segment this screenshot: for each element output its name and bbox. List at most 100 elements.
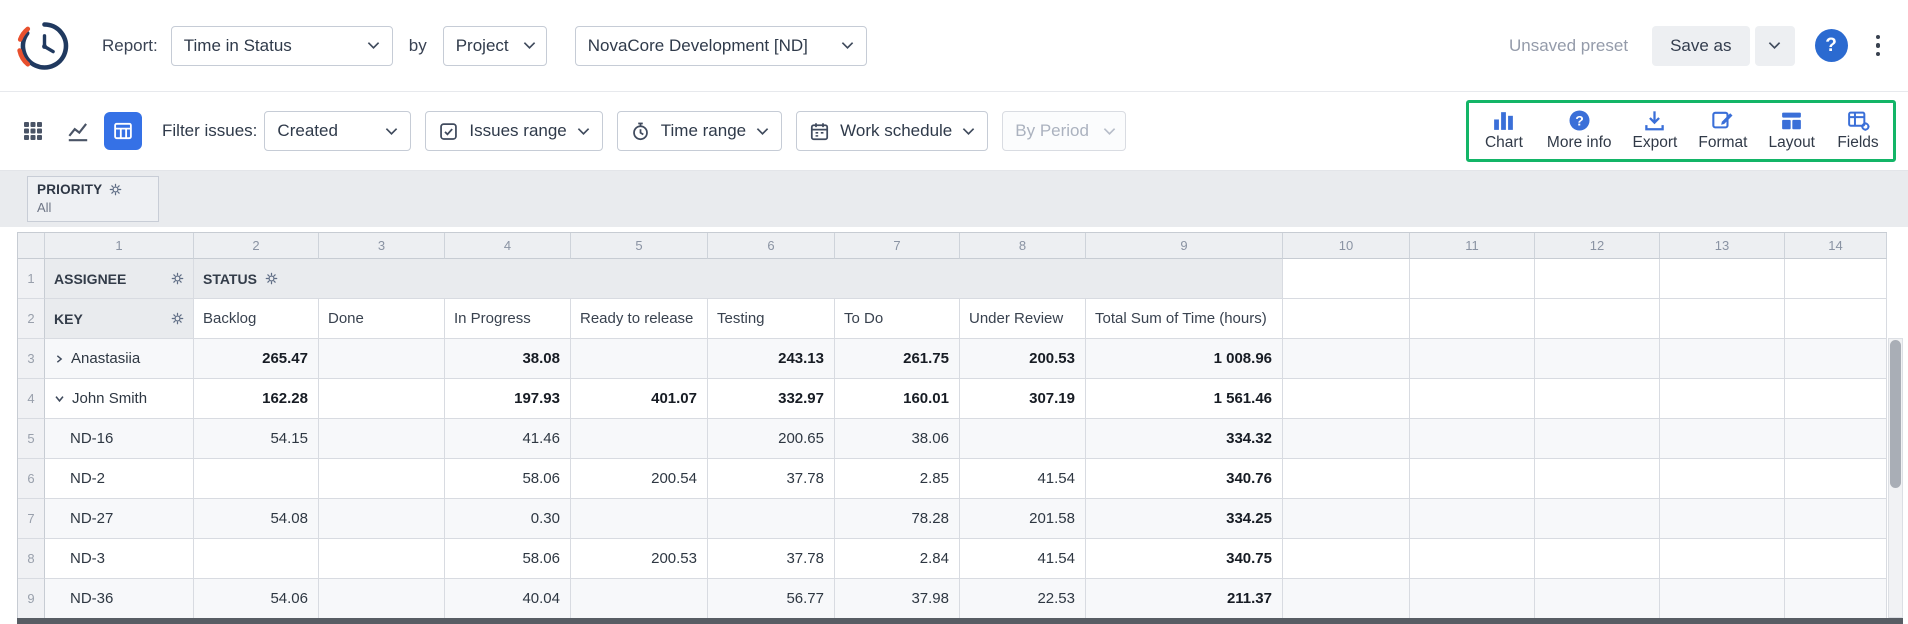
status-column-header-to-do[interactable]: To Do bbox=[835, 299, 960, 339]
status-column-header-total-sum-of-time-hours-[interactable]: Total Sum of Time (hours) bbox=[1086, 299, 1283, 339]
value-cell[interactable] bbox=[194, 539, 319, 579]
issue-key-nd-27[interactable]: ND-27 bbox=[45, 499, 194, 539]
value-cell[interactable]: 78.28 bbox=[835, 499, 960, 539]
value-cell[interactable]: 37.78 bbox=[708, 459, 835, 499]
value-cell[interactable]: 162.28 bbox=[194, 379, 319, 419]
row-number-6[interactable]: 6 bbox=[18, 459, 45, 499]
save-as-button[interactable]: Save as bbox=[1652, 26, 1749, 66]
value-cell[interactable]: 332.97 bbox=[708, 379, 835, 419]
value-cell[interactable]: 334.25 bbox=[1086, 499, 1283, 539]
status-column-header-in-progress[interactable]: In Progress bbox=[445, 299, 571, 339]
value-cell[interactable]: 2.84 bbox=[835, 539, 960, 579]
value-cell[interactable]: 38.08 bbox=[445, 339, 571, 379]
value-cell[interactable]: 261.75 bbox=[835, 339, 960, 379]
value-cell[interactable]: 340.76 bbox=[1086, 459, 1283, 499]
value-cell[interactable]: 197.93 bbox=[445, 379, 571, 419]
value-cell[interactable]: 41.46 bbox=[445, 419, 571, 459]
column-header-8[interactable]: 8 bbox=[960, 233, 1086, 259]
value-cell[interactable]: 200.53 bbox=[960, 339, 1086, 379]
value-cell[interactable]: 401.07 bbox=[571, 379, 708, 419]
chart-view-button[interactable] bbox=[59, 112, 97, 150]
row-number-2[interactable]: 2 bbox=[18, 299, 45, 339]
row-number-8[interactable]: 8 bbox=[18, 539, 45, 579]
value-cell[interactable] bbox=[571, 579, 708, 619]
value-cell[interactable]: 200.54 bbox=[571, 459, 708, 499]
value-cell[interactable] bbox=[571, 339, 708, 379]
column-header-6[interactable]: 6 bbox=[708, 233, 835, 259]
value-cell[interactable] bbox=[319, 379, 445, 419]
more-info-action-button[interactable]: ? More info bbox=[1547, 108, 1612, 152]
value-cell[interactable]: 211.37 bbox=[1086, 579, 1283, 619]
value-cell[interactable] bbox=[319, 499, 445, 539]
project-select[interactable]: NovaCore Development [ND] bbox=[575, 26, 867, 66]
expand-chevron-icon[interactable] bbox=[54, 354, 64, 364]
column-header-12[interactable]: 12 bbox=[1535, 233, 1660, 259]
status-field-header[interactable]: STATUS bbox=[194, 259, 1283, 299]
issue-key-nd-36[interactable]: ND-36 bbox=[45, 579, 194, 619]
gear-icon[interactable] bbox=[265, 272, 278, 285]
value-cell[interactable]: 243.13 bbox=[708, 339, 835, 379]
column-header-7[interactable]: 7 bbox=[835, 233, 960, 259]
column-header-4[interactable]: 4 bbox=[445, 233, 571, 259]
key-field-header[interactable]: KEY bbox=[45, 299, 194, 339]
issue-key-nd-16[interactable]: ND-16 bbox=[45, 419, 194, 459]
issue-key-nd-2[interactable]: ND-2 bbox=[45, 459, 194, 499]
value-cell[interactable] bbox=[319, 579, 445, 619]
issue-key-nd-3[interactable]: ND-3 bbox=[45, 539, 194, 579]
value-cell[interactable]: 200.65 bbox=[708, 419, 835, 459]
value-cell[interactable]: 334.32 bbox=[1086, 419, 1283, 459]
row-number-3[interactable]: 3 bbox=[18, 339, 45, 379]
value-cell[interactable]: 54.08 bbox=[194, 499, 319, 539]
scope-select[interactable]: Project bbox=[443, 26, 547, 66]
row-number-4[interactable]: 4 bbox=[18, 379, 45, 419]
value-cell[interactable]: 37.98 bbox=[835, 579, 960, 619]
value-cell[interactable]: 37.78 bbox=[708, 539, 835, 579]
value-cell[interactable]: 160.01 bbox=[835, 379, 960, 419]
value-cell[interactable] bbox=[319, 419, 445, 459]
assignee-field-header[interactable]: ASSIGNEE bbox=[45, 259, 194, 299]
priority-field-chip[interactable]: PRIORITY All bbox=[27, 176, 159, 222]
value-cell[interactable]: 54.15 bbox=[194, 419, 319, 459]
column-header-5[interactable]: 5 bbox=[571, 233, 708, 259]
time-range-button[interactable]: Time range bbox=[617, 111, 782, 151]
pivot-view-button[interactable] bbox=[14, 112, 52, 150]
value-cell[interactable] bbox=[571, 419, 708, 459]
value-cell[interactable]: 265.47 bbox=[194, 339, 319, 379]
value-cell[interactable] bbox=[960, 419, 1086, 459]
value-cell[interactable] bbox=[319, 339, 445, 379]
value-cell[interactable] bbox=[319, 539, 445, 579]
column-header-1[interactable]: 1 bbox=[45, 233, 194, 259]
status-column-header-done[interactable]: Done bbox=[319, 299, 445, 339]
value-cell[interactable] bbox=[571, 499, 708, 539]
gear-icon[interactable] bbox=[171, 272, 184, 285]
column-header-9[interactable]: 9 bbox=[1086, 233, 1283, 259]
horizontal-scrollbar[interactable] bbox=[17, 618, 1903, 624]
help-button[interactable]: ? bbox=[1815, 29, 1848, 62]
created-filter-select[interactable]: Created bbox=[264, 111, 411, 151]
value-cell[interactable]: 307.19 bbox=[960, 379, 1086, 419]
status-column-header-under-review[interactable]: Under Review bbox=[960, 299, 1086, 339]
value-cell[interactable]: 54.06 bbox=[194, 579, 319, 619]
value-cell[interactable]: 58.06 bbox=[445, 539, 571, 579]
value-cell[interactable]: 0.30 bbox=[445, 499, 571, 539]
chart-action-button[interactable]: Chart bbox=[1482, 108, 1526, 152]
value-cell[interactable]: 201.58 bbox=[960, 499, 1086, 539]
row-number-7[interactable]: 7 bbox=[18, 499, 45, 539]
fields-action-button[interactable]: Fields bbox=[1836, 108, 1880, 152]
value-cell[interactable]: 58.06 bbox=[445, 459, 571, 499]
row-number-9[interactable]: 9 bbox=[18, 579, 45, 619]
row-number-5[interactable]: 5 bbox=[18, 419, 45, 459]
save-as-menu-button[interactable] bbox=[1755, 26, 1795, 66]
issues-range-button[interactable]: Issues range bbox=[425, 111, 602, 151]
value-cell[interactable]: 41.54 bbox=[960, 539, 1086, 579]
group-row-john-smith[interactable]: John Smith bbox=[45, 379, 194, 419]
column-header-14[interactable]: 14 bbox=[1785, 233, 1887, 259]
value-cell[interactable]: 22.53 bbox=[960, 579, 1086, 619]
gear-icon[interactable] bbox=[171, 312, 184, 325]
collapse-chevron-icon[interactable] bbox=[54, 393, 65, 404]
value-cell[interactable]: 2.85 bbox=[835, 459, 960, 499]
report-type-select[interactable]: Time in Status bbox=[171, 26, 393, 66]
vertical-scrollbar[interactable] bbox=[1888, 338, 1903, 618]
status-column-header-backlog[interactable]: Backlog bbox=[194, 299, 319, 339]
value-cell[interactable]: 1 561.46 bbox=[1086, 379, 1283, 419]
